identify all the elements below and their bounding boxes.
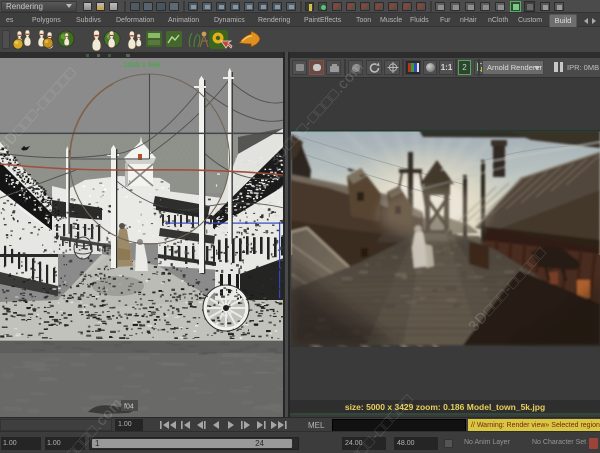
svg-text:f04: f04 <box>124 404 134 411</box>
svg-text:1000 x 666: 1000 x 666 <box>123 60 161 69</box>
